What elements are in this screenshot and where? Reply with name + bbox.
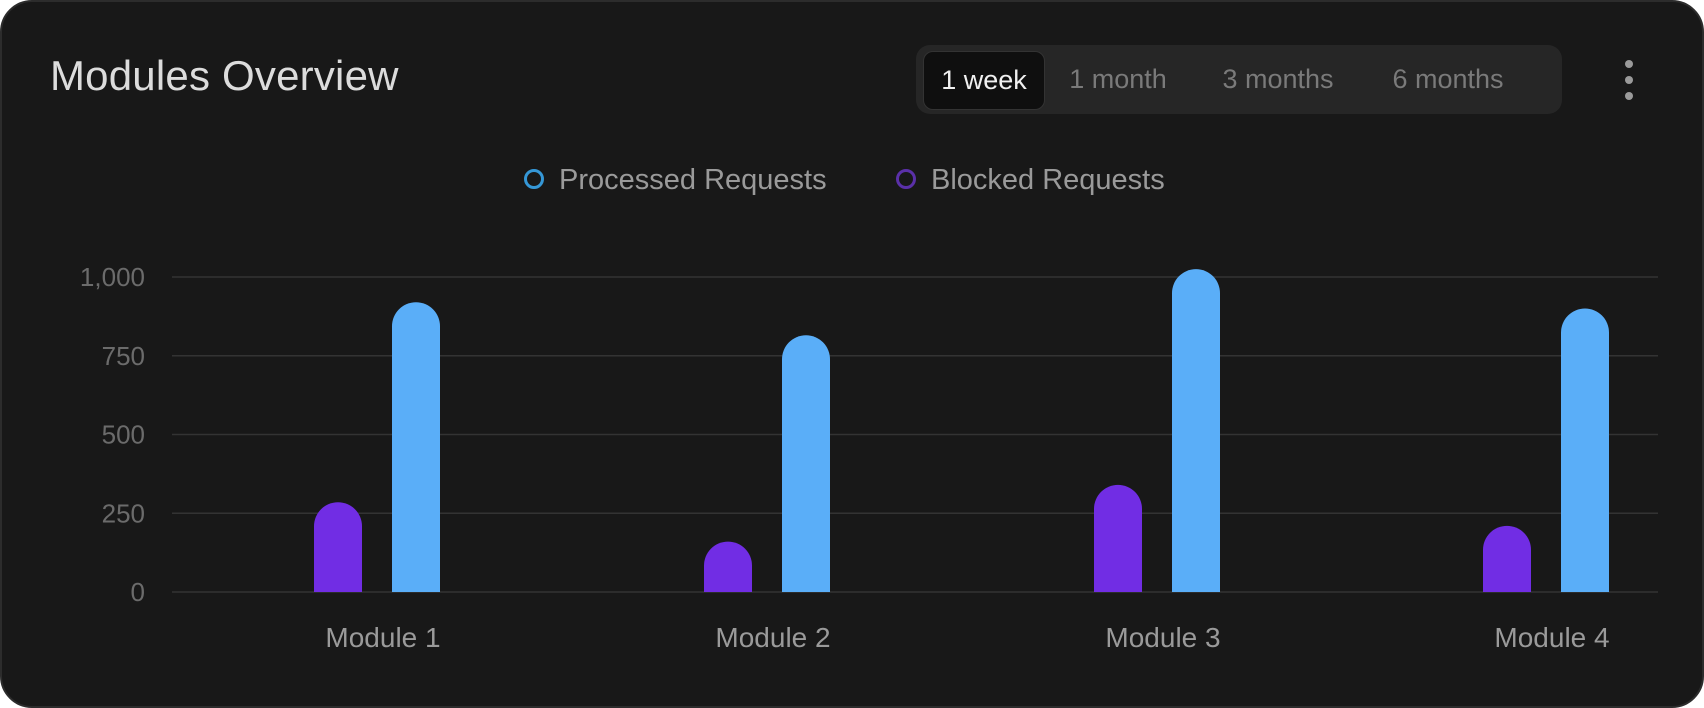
y-tick-label: 750 [102, 341, 145, 371]
category-label: Module 3 [1105, 622, 1220, 653]
modules-overview-card: Modules Overview 1 week 1 month 3 months… [0, 0, 1704, 708]
legend-label[interactable]: Blocked Requests [931, 164, 1165, 196]
category-label: Module 1 [325, 622, 440, 653]
processed-requests-bar [782, 335, 830, 592]
legend-label[interactable]: Processed Requests [559, 164, 827, 196]
y-tick-label: 1,000 [80, 262, 145, 292]
category-label: Module 4 [1494, 622, 1609, 653]
processed-requests-bar [392, 302, 440, 592]
blocked-requests-bar [704, 541, 752, 592]
blocked-requests-bar [1094, 484, 1142, 592]
processed-requests-bar [1172, 269, 1220, 592]
legend-marker-icon[interactable] [524, 169, 544, 189]
y-tick-label: 0 [131, 577, 145, 607]
category-label: Module 2 [715, 622, 830, 653]
y-tick-label: 500 [102, 420, 145, 450]
legend-marker-icon[interactable] [896, 169, 916, 189]
y-tick-label: 250 [102, 498, 145, 528]
blocked-requests-bar [314, 502, 362, 592]
blocked-requests-bar [1483, 525, 1531, 592]
bar-chart: 0 250 500 750 1,000 Module 1 Module 2 Module 3 M… [80, 164, 1658, 653]
processed-requests-bar [1561, 308, 1609, 592]
